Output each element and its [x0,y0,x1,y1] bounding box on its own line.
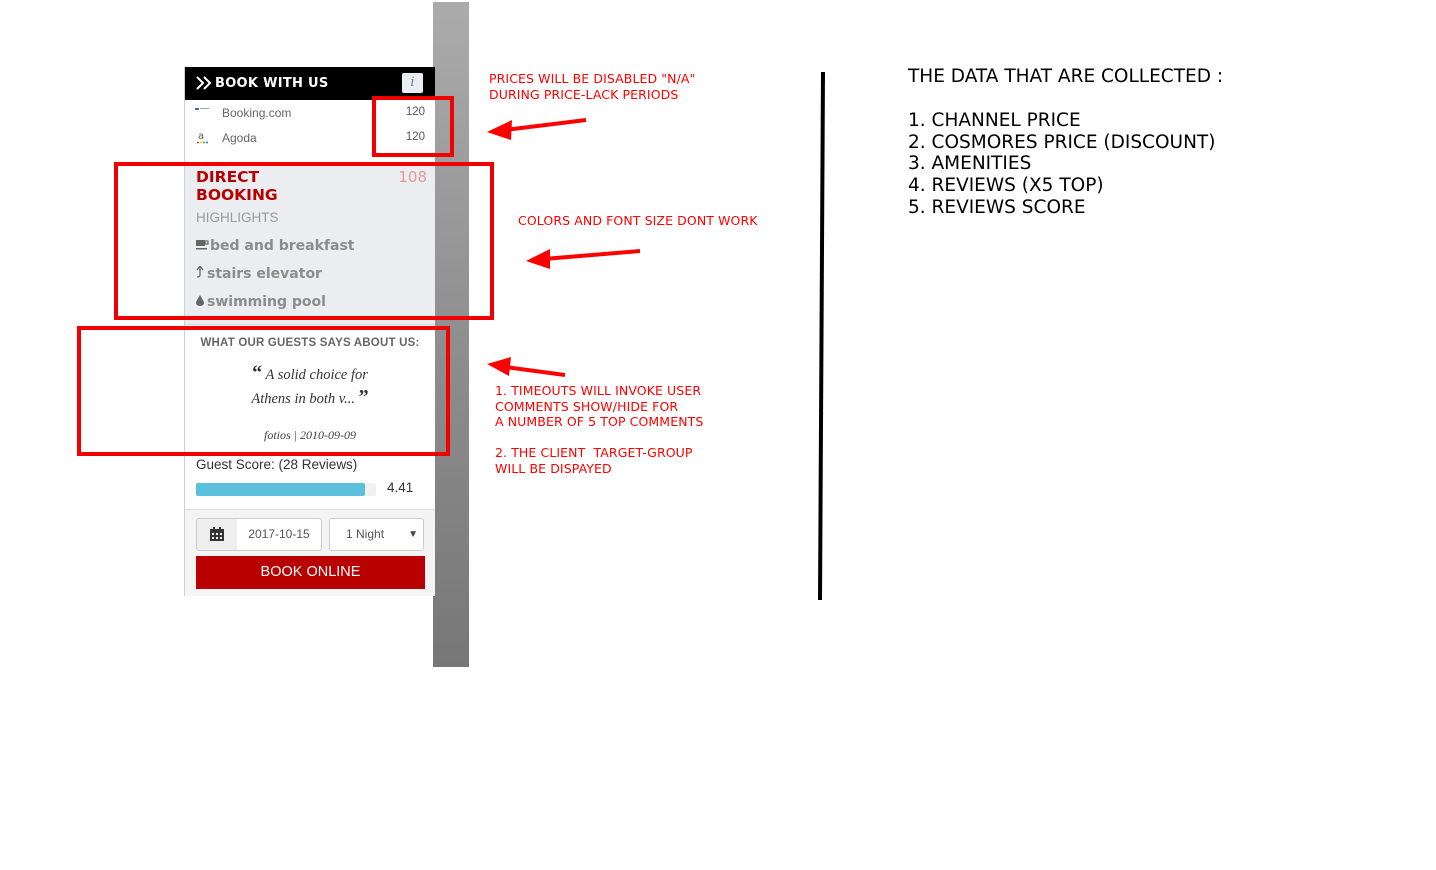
data-item: 4. REVIEWS (X5 TOP) [908,175,1104,197]
arrow-prices-icon [487,118,587,140]
data-item: 2. COSMORES PRICE (DISCOUNT) [908,131,1216,153]
divider-line [818,71,825,601]
note-prices: PRICES WILL BE DISABLED "N/A" DURING PRI… [489,71,696,102]
data-item: 5. REVIEWS SCORE [908,196,1086,218]
data-item: 3. AMENITIES [908,153,1032,175]
note-timeouts: 1. TIMEOUTS WILL INVOKE USER COMMENTS SH… [495,383,704,476]
note-colors: COLORS AND FONT SIZE DONT WORK [518,213,758,228]
arrow-colors-icon [526,249,641,269]
data-panel-heading: THE DATA THAT ARE COLLECTED : [908,66,1224,87]
data-item: 1. CHANNEL PRICE [908,109,1081,131]
collected-data-panel: THE DATA THAT ARE COLLECTED : 1. CHANNEL… [908,66,1223,219]
arrow-reviews-icon [487,357,566,377]
